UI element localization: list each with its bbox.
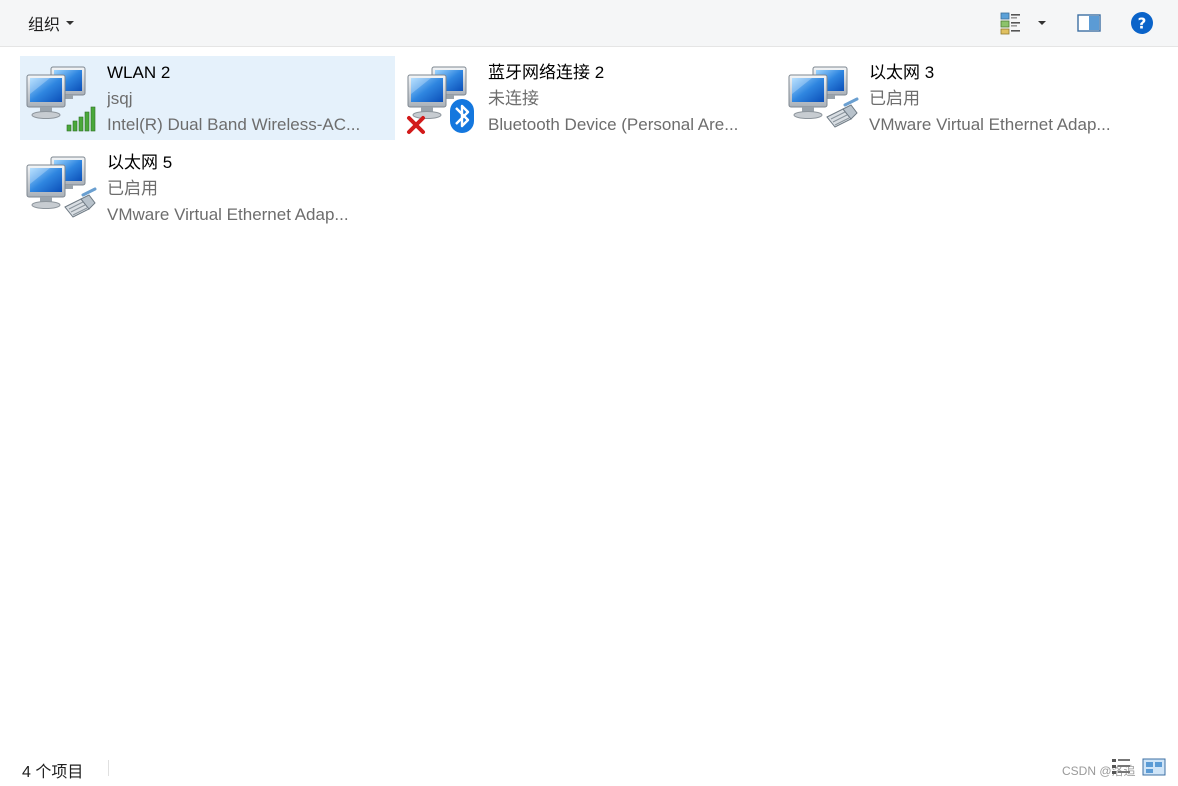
- help-glyph: ?: [1138, 15, 1147, 33]
- chevron-down-icon: [66, 21, 75, 25]
- status-divider: [108, 760, 109, 776]
- connection-device: Bluetooth Device (Personal Are...: [488, 115, 739, 134]
- network-item-bluetooth[interactable]: 蓝牙网络连接 2 未连接 Bluetooth Device (Personal …: [401, 56, 776, 140]
- ethernet-plug-icon: [64, 187, 97, 218]
- view-dropdown-button[interactable]: [1034, 10, 1050, 36]
- ethernet-plug-icon: [826, 97, 859, 128]
- view-options-icon[interactable]: [996, 10, 1026, 36]
- connection-status: 未连接: [488, 89, 539, 108]
- network-connections-view: WLAN 2 jsqj Intel(R) Dual Band Wireless-…: [0, 48, 1178, 748]
- status-bar: 4 个项目 CSDN @洛追: [0, 748, 1178, 786]
- connection-status: 已启用: [107, 179, 158, 198]
- disconnected-x-icon: [407, 116, 425, 134]
- preview-pane-icon[interactable]: [1074, 10, 1104, 36]
- network-item-ethernet-5[interactable]: 以太网 5 已启用 VMware Virtual Ethernet Adap..…: [20, 146, 395, 230]
- connection-status: 已启用: [869, 89, 920, 108]
- details-view-icon[interactable]: [1110, 756, 1132, 776]
- large-icons-view-icon[interactable]: [1142, 758, 1166, 776]
- connection-device: Intel(R) Dual Band Wireless-AC...: [107, 115, 361, 134]
- ethernet-network-icon: [787, 61, 863, 137]
- connection-device: VMware Virtual Ethernet Adap...: [869, 115, 1111, 134]
- bluetooth-icon: [450, 99, 474, 133]
- connection-device: VMware Virtual Ethernet Adap...: [107, 205, 349, 224]
- bluetooth-network-icon: [406, 61, 482, 137]
- connection-name: 以太网 3: [869, 63, 935, 82]
- ethernet-network-icon: [25, 151, 101, 227]
- connection-status: jsqj: [107, 89, 133, 108]
- connection-name: 蓝牙网络连接 2: [488, 63, 605, 82]
- help-icon[interactable]: ?: [1128, 9, 1156, 37]
- organize-menu-button[interactable]: 组织: [22, 10, 80, 36]
- chevron-down-icon: [1038, 21, 1046, 25]
- organize-label: 组织: [28, 17, 61, 34]
- command-bar: 组织 ?: [0, 0, 1178, 47]
- connection-name: WLAN 2: [107, 63, 171, 82]
- network-item-wlan-2[interactable]: WLAN 2 jsqj Intel(R) Dual Band Wireless-…: [20, 56, 395, 140]
- wireless-network-icon: [25, 61, 101, 137]
- connection-name: 以太网 5: [107, 153, 173, 172]
- item-count: 4 个项目: [22, 764, 84, 781]
- network-item-ethernet-3[interactable]: 以太网 3 已启用 VMware Virtual Ethernet Adap..…: [782, 56, 1157, 140]
